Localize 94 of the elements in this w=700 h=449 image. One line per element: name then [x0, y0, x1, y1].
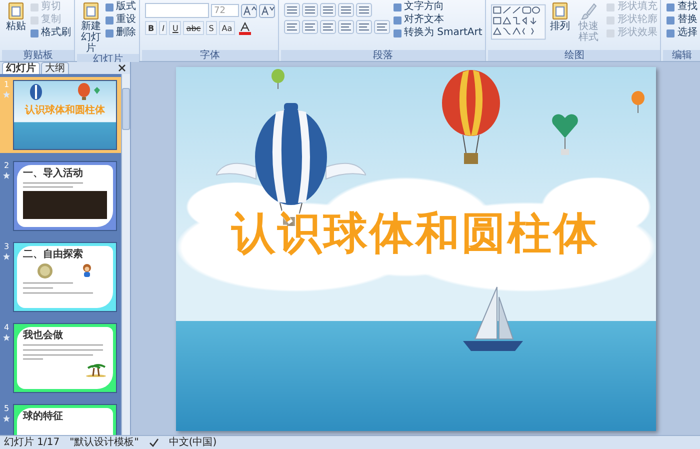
group-label: 编辑: [663, 50, 700, 61]
square-icon: [105, 2, 114, 12]
text-lines-drawing: [23, 182, 83, 188]
square-icon: [393, 2, 402, 12]
format-button[interactable]: I: [159, 21, 168, 35]
theme-name: "默认设计模板": [70, 436, 139, 448]
shapes-gallery[interactable]: [491, 2, 546, 42]
list-icon[interactable]: [338, 3, 354, 17]
list-icon[interactable]: [356, 3, 372, 17]
slide-number: 2: [4, 161, 10, 170]
slide-thumbnail-row[interactable]: 2 一、导入活动: [0, 158, 121, 234]
document-icon: [550, 1, 570, 21]
ribbon-small-button[interactable]: 删除: [105, 27, 136, 39]
star-icon: [3, 91, 10, 98]
grow-font-icon[interactable]: [241, 4, 257, 18]
ribbon-small-button[interactable]: 转换为 SmartArt: [393, 27, 482, 39]
square-icon: [30, 28, 39, 38]
coin-icon: [36, 263, 52, 279]
ribbon-small-button[interactable]: 替换: [666, 14, 698, 26]
star-icon: [3, 334, 10, 341]
font-color-icon[interactable]: [237, 21, 254, 35]
text-lines-drawing: [23, 282, 93, 295]
font-name-field[interactable]: [145, 3, 209, 18]
group-label: 段落: [281, 50, 486, 61]
format-button[interactable]: Aa: [218, 21, 236, 35]
balloon-icon: [270, 68, 284, 88]
square-icon: [105, 28, 114, 38]
format-button[interactable]: U: [169, 21, 182, 35]
slide-thumbnail-row[interactable]: 3 二、自由探索: [0, 239, 121, 315]
ribbon-small-button[interactable]: 版式: [105, 1, 136, 13]
shrink-font-icon[interactable]: [259, 4, 275, 18]
square-icon: [30, 16, 39, 24]
square-icon: [666, 2, 676, 12]
square-icon: [606, 2, 616, 12]
close-icon[interactable]: [118, 64, 126, 72]
slide-number: 3: [4, 242, 10, 251]
slide-heading: 球的特征: [23, 411, 63, 422]
palm-tree-icon: [85, 363, 107, 377]
ribbon-small-button[interactable]: 选择: [666, 27, 698, 39]
slide-heading: 一、导入活动: [23, 168, 83, 179]
align-icon[interactable]: [338, 20, 354, 34]
square-icon: [606, 16, 616, 24]
square-icon: [105, 16, 114, 24]
star-icon: [3, 253, 10, 260]
align-icon[interactable]: [284, 20, 300, 34]
ribbon-small-button[interactable]: 格式刷: [30, 27, 71, 39]
slide-counter: 幻灯片 1/17: [4, 436, 60, 448]
panel-tab[interactable]: 幻灯片: [2, 62, 40, 74]
slide-title: 认识球体和圆柱体: [232, 207, 600, 261]
ribbon-small-button[interactable]: 文字方向: [393, 1, 482, 13]
slide-number: 5: [4, 404, 10, 413]
slide-thumbnail-row[interactable]: 5 球的特征: [0, 401, 121, 435]
heart-balloon-icon: [550, 112, 578, 156]
slide-number: 4: [4, 323, 10, 332]
slide-heading: 我也会做: [23, 330, 63, 341]
ribbon-large-button[interactable]: 排列: [548, 1, 571, 32]
slide-heading: 二、自由探索: [23, 249, 83, 260]
ribbon-small-button[interactable]: 查找: [666, 1, 698, 13]
square-icon: [393, 28, 402, 38]
square-icon: [666, 16, 676, 24]
list-icon[interactable]: [302, 3, 318, 17]
format-button[interactable]: B: [145, 21, 158, 35]
list-icon[interactable]: [320, 3, 336, 17]
star-icon: [3, 415, 10, 422]
ribbon-small-button[interactable]: 重设: [105, 14, 136, 26]
star-icon: [3, 172, 10, 179]
panel-tab[interactable]: 大纲: [41, 62, 69, 74]
brush-icon: [578, 1, 599, 21]
list-icon[interactable]: [284, 3, 300, 17]
language-indicator[interactable]: 中文(中国): [168, 436, 217, 448]
group-label: 剪贴板: [2, 50, 74, 61]
align-icon[interactable]: [356, 20, 372, 34]
spellcheck-icon[interactable]: [148, 438, 159, 447]
align-icon[interactable]: [302, 20, 318, 34]
balloons-drawing: [29, 83, 101, 101]
ribbon-large-button[interactable]: 粘贴: [5, 1, 27, 32]
slide-title: 认识球体和圆柱体: [25, 104, 105, 117]
format-button[interactable]: S: [206, 21, 217, 35]
scrollbar[interactable]: [121, 74, 130, 435]
group-label: 绘图: [488, 50, 660, 61]
ribbon-small-button[interactable]: 对齐文本: [393, 14, 482, 26]
square-icon: [30, 2, 39, 12]
align-icon[interactable]: [320, 20, 336, 34]
document-icon: [81, 1, 101, 21]
slide-thumbnail-row[interactable]: 4 我也会做: [0, 320, 121, 396]
format-button[interactable]: abc: [183, 21, 204, 35]
document-icon: [6, 1, 26, 21]
align-icon[interactable]: [374, 20, 390, 34]
slide-number: 1: [4, 80, 10, 89]
square-icon: [393, 16, 402, 24]
square-icon: [666, 28, 676, 38]
balloon-icon: [630, 90, 644, 112]
ribbon-large-button[interactable]: 新建幻灯片: [80, 1, 102, 54]
group-label: 字体: [142, 50, 278, 61]
